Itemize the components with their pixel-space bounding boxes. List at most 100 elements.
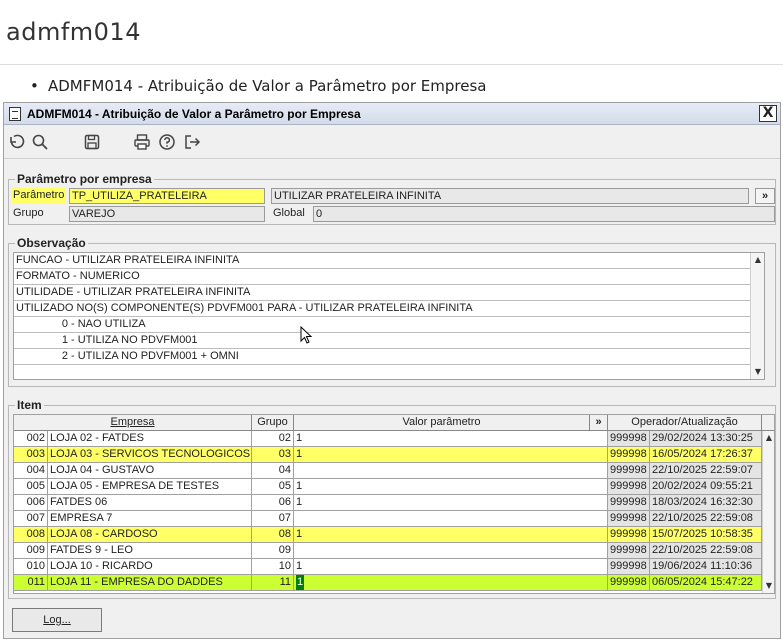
row-codigo: 003 xyxy=(14,447,48,463)
row-empresa: LOJA 08 - CARDOSO xyxy=(48,527,252,543)
parametro-group: Parâmetro por empresa Parâmetro TP_UTILI… xyxy=(8,172,776,225)
grid-header-spacer xyxy=(762,415,774,431)
row-codigo: 008 xyxy=(14,527,48,543)
row-valor[interactable]: 1 xyxy=(294,559,608,575)
column-header-operador[interactable]: Operador/Atualização xyxy=(608,415,762,431)
form-window: ADMFM014 - Atribuição de Valor a Parâmet… xyxy=(3,102,781,639)
row-empresa: LOJA 05 - EMPRESA DE TESTES xyxy=(48,479,252,495)
parametro-more-button[interactable]: » xyxy=(755,188,775,204)
row-atualizacao: 19/06/2024 11:10:36 xyxy=(650,559,762,575)
column-header-empresa-label: Empresa xyxy=(110,416,155,428)
row-grupo: 05 xyxy=(252,479,294,495)
row-grupo: 08 xyxy=(252,527,294,543)
grupo-field: VAREJO xyxy=(69,206,265,222)
page-title: admfm014 xyxy=(6,18,141,46)
table-row[interactable]: 005 LOJA 05 - EMPRESA DE TESTES 05 1 999998 2… xyxy=(14,479,762,495)
row-codigo: 007 xyxy=(14,511,48,527)
row-valor[interactable]: 1 xyxy=(294,527,608,543)
observacao-line: 2 - UTILIZA NO PDVFM001 + OMNI xyxy=(14,349,764,365)
print-icon[interactable] xyxy=(132,133,152,151)
log-button[interactable]: Log... xyxy=(12,608,102,632)
parametro-input[interactable]: TP_UTILIZA_PRATELEIRA xyxy=(69,188,265,204)
window-titlebar[interactable]: ADMFM014 - Atribuição de Valor a Parâmet… xyxy=(4,103,780,125)
table-row[interactable]: 007 EMPRESA 7 07 999998 22/10/2025 22:59:08 xyxy=(14,511,762,527)
row-valor[interactable]: 1 xyxy=(294,479,608,495)
divider xyxy=(0,64,783,65)
item-scrollbar[interactable]: ▲ ▼ xyxy=(762,431,774,593)
row-grupo: 09 xyxy=(252,543,294,559)
item-section-label: Item xyxy=(15,398,44,412)
row-grupo: 07 xyxy=(252,511,294,527)
toolbar xyxy=(4,125,780,159)
row-atualizacao: 29/02/2024 13:30:25 xyxy=(650,431,762,447)
row-valor[interactable]: 1 xyxy=(294,431,608,447)
row-grupo: 03 xyxy=(252,447,294,463)
column-header-empresa[interactable]: Empresa xyxy=(14,415,252,431)
observacao-line: UTILIDADE - UTILIZAR PRATELEIRA INFINITA xyxy=(14,285,764,301)
table-row[interactable]: 009 FATDES 9 - LEO 09 999998 22/10/2025 22:5… xyxy=(14,543,762,559)
column-header-grupo[interactable]: Grupo xyxy=(252,415,294,431)
row-atualizacao: 20/02/2024 09:55:21 xyxy=(650,479,762,495)
row-atualizacao: 16/05/2024 17:26:37 xyxy=(650,447,762,463)
row-atualizacao: 06/05/2024 15:47:22 xyxy=(650,575,762,591)
row-codigo: 006 xyxy=(14,495,48,511)
valor-edit-input[interactable]: 1 xyxy=(296,575,305,590)
row-empresa: LOJA 11 - EMPRESA DO DADDES xyxy=(48,575,252,591)
search-icon[interactable] xyxy=(30,133,50,151)
observacao-group: Observação FUNCAO - UTILIZAR PRATELEIRA … xyxy=(8,236,776,387)
observacao-line: 0 - NAO UTILIZA xyxy=(14,317,764,333)
global-field: 0 xyxy=(313,206,775,222)
help-icon[interactable] xyxy=(157,133,177,151)
save-icon[interactable] xyxy=(82,133,102,151)
row-empresa: EMPRESA 7 xyxy=(48,511,252,527)
row-operador: 999998 xyxy=(608,543,650,559)
row-valor[interactable]: 1 xyxy=(294,447,608,463)
row-valor[interactable] xyxy=(294,543,608,559)
table-row[interactable]: 006 FATDES 06 06 1 999998 18/03/2024 16:32:30 xyxy=(14,495,762,511)
exit-icon[interactable] xyxy=(182,133,202,151)
column-header-valor[interactable]: Valor parâmetro xyxy=(294,415,590,431)
column-more-button[interactable]: » xyxy=(590,415,608,431)
row-operador: 999998 xyxy=(608,559,650,575)
row-codigo: 010 xyxy=(14,559,48,575)
item-group: Item Empresa Grupo Valor parâmetro » Ope… xyxy=(8,398,776,599)
row-valor[interactable]: 1 xyxy=(294,575,608,591)
table-row[interactable]: 003LOJA 03 - SERVICOS TECNOLOGICOS LTDA0… xyxy=(14,447,762,463)
undo-icon[interactable] xyxy=(6,133,26,151)
row-atualizacao: 15/07/2025 10:58:35 xyxy=(650,527,762,543)
mouse-cursor-icon xyxy=(300,326,313,344)
scroll-down-icon[interactable]: ▼ xyxy=(764,579,774,593)
observacao-scrollbar[interactable]: ▲ ▼ xyxy=(750,253,764,379)
table-row[interactable]: 002 LOJA 02 - FATDES 02 1 999998 29/02/2024 1… xyxy=(14,431,762,447)
table-row[interactable]: 011 LOJA 11 - EMPRESA DO DADDES 11 1 999998 0… xyxy=(14,575,762,591)
row-operador: 999998 xyxy=(608,527,650,543)
row-empresa: LOJA 03 - SERVICOS TECNOLOGICOS LTDA xyxy=(48,447,252,463)
row-codigo: 002 xyxy=(14,431,48,447)
row-atualizacao: 22/10/2025 22:59:08 xyxy=(650,511,762,527)
row-codigo: 011 xyxy=(14,575,48,591)
scroll-up-icon[interactable]: ▲ xyxy=(764,431,774,445)
row-atualizacao: 22/10/2025 22:59:07 xyxy=(650,463,762,479)
item-grid: Empresa Grupo Valor parâmetro » Operador… xyxy=(13,414,775,594)
row-codigo: 009 xyxy=(14,543,48,559)
row-codigo: 004 xyxy=(14,463,48,479)
observacao-textarea[interactable]: FUNCAO - UTILIZAR PRATELEIRA INFINITA FO… xyxy=(13,252,765,380)
row-operador: 999998 xyxy=(608,431,650,447)
scroll-up-icon[interactable]: ▲ xyxy=(752,253,764,267)
row-operador: 999998 xyxy=(608,511,650,527)
table-row[interactable]: 004 LOJA 04 - GUSTAVO 04 999998 22/10/2025 2… xyxy=(14,463,762,479)
global-label: Global xyxy=(273,207,305,219)
row-valor[interactable] xyxy=(294,511,608,527)
observacao-line: FUNCAO - UTILIZAR PRATELEIRA INFINITA xyxy=(14,253,764,269)
table-row[interactable]: 008 LOJA 08 - CARDOSO 08 1 999998 15/07/2025 … xyxy=(14,527,762,543)
page-bullet-link[interactable]: ADMFM014 - Atribuição de Valor a Parâmet… xyxy=(30,77,486,95)
row-operador: 999998 xyxy=(608,447,650,463)
window-title: ADMFM014 - Atribuição de Valor a Parâmet… xyxy=(27,107,361,121)
row-valor[interactable]: 1 xyxy=(294,495,608,511)
table-row[interactable]: 010 LOJA 10 - RICARDO 10 1 999998 19/06/2024 … xyxy=(14,559,762,575)
document-icon xyxy=(9,107,21,121)
close-button[interactable]: X xyxy=(759,105,777,122)
grupo-label: Grupo xyxy=(13,207,44,219)
row-valor[interactable] xyxy=(294,463,608,479)
scroll-down-icon[interactable]: ▼ xyxy=(752,365,764,379)
